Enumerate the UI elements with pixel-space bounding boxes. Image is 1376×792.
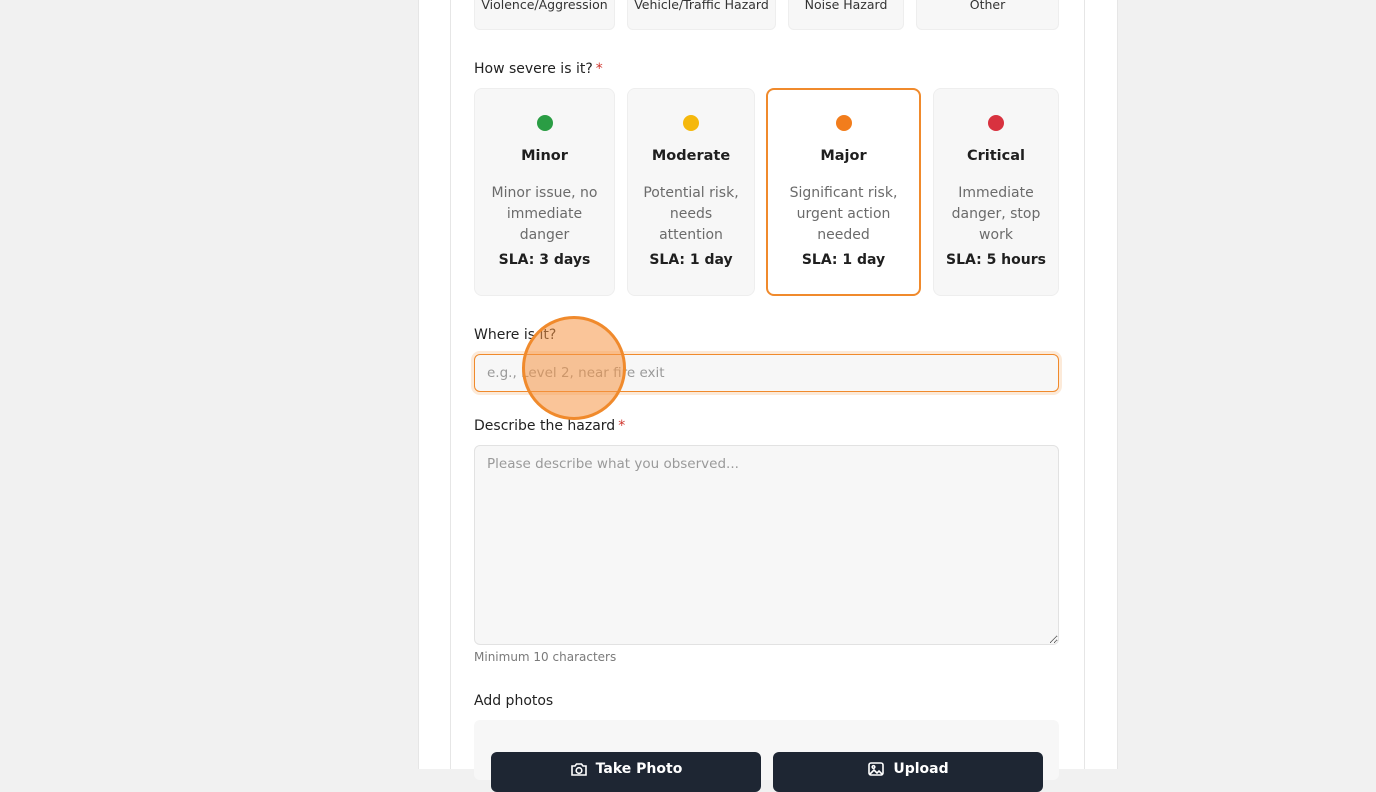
location-label: Where is it? [474,327,557,343]
upload-button[interactable]: Upload [773,752,1043,792]
severity-description: Potential risk, needs attention [643,185,739,243]
severity-sla: SLA: 1 day [649,252,733,268]
category-option-violence[interactable]: Violence/Aggression [474,0,615,30]
category-option-vehicle-traffic[interactable]: Vehicle/Traffic Hazard [627,0,776,30]
severity-sla: SLA: 1 day [801,252,886,268]
description-hint: Minimum 10 characters [474,650,617,664]
category-label: Violence/Aggression [481,0,608,12]
category-label: Noise Hazard [804,0,888,12]
severity-dot-icon [835,115,852,131]
severity-dot-icon [536,115,553,131]
severity-option-major[interactable]: Major Significant risk, urgent action ne… [766,88,921,296]
location-input[interactable] [474,354,1059,392]
severity-sla: SLA: 3 days [498,252,591,268]
severity-title: Minor [521,148,568,164]
description-label: Describe the hazard * [474,418,626,434]
photos-label: Add photos [474,693,554,709]
severity-sla: SLA: 5 hours [946,252,1046,268]
severity-label: How severe is it? * [474,61,603,77]
severity-description: Minor issue, no immediate danger [491,185,598,243]
camera-icon [570,761,588,777]
severity-description: Significant risk, urgent action needed [789,185,898,243]
required-mark: * [618,418,626,434]
severity-title: Moderate [651,148,731,164]
severity-dot-icon [988,115,1004,131]
severity-title: Critical [966,148,1025,164]
image-icon [867,761,885,777]
severity-option-minor[interactable]: Minor Minor issue, no immediate danger S… [474,88,615,296]
severity-option-critical[interactable]: Critical Immediate danger, stop work SLA… [933,88,1059,296]
severity-dot-icon [683,115,699,131]
category-option-other[interactable]: Other [916,0,1059,30]
category-label: Other [969,0,1006,12]
take-photo-button[interactable]: Take Photo [491,752,761,792]
required-mark: * [595,61,603,77]
severity-option-moderate[interactable]: Moderate Potential risk, needs attention… [627,88,755,296]
severity-title: Major [820,148,867,164]
category-label: Vehicle/Traffic Hazard [634,0,769,12]
description-textarea[interactable] [474,445,1059,645]
upload-label: Upload [893,761,949,777]
severity-description: Immediate danger, stop work [951,185,1041,243]
take-photo-label: Take Photo [595,761,683,777]
category-option-noise[interactable]: Noise Hazard [788,0,904,30]
